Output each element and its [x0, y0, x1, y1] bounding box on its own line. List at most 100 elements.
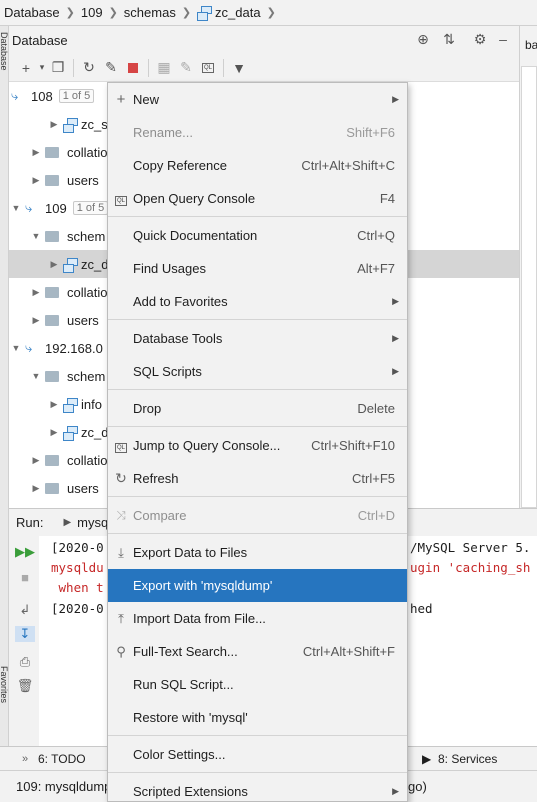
menu-item-label: Run SQL Script... [133, 677, 234, 692]
breadcrumb: Database ❯ 109 ❯ schemas ❯ zc_data ❯ [0, 0, 537, 26]
refresh-icon: ↻ [115, 470, 127, 486]
menu-item-drop[interactable]: Drop Delete [108, 392, 407, 425]
tab-services[interactable]: 8: Services [438, 752, 497, 766]
expand-arrow-icon[interactable]: ▶ [49, 399, 59, 410]
breadcrumb-item-109[interactable]: 109 [81, 5, 103, 20]
expand-arrow-icon[interactable]: ▶ [49, 119, 59, 130]
crosshair-icon[interactable]: ⊕ [414, 31, 432, 48]
menu-item-label: Rename... [133, 125, 193, 140]
expand-arrow-icon[interactable]: ▶ [31, 147, 41, 158]
menu-item-scripted-extensions[interactable]: Scripted Extensions ▶ [108, 775, 407, 801]
expand-arrow-icon[interactable]: ▶ [49, 427, 59, 438]
menu-item-export-data-to-files[interactable]: ⤓ Export Data to Files [108, 536, 407, 569]
trash-icon[interactable]: 🗑 [15, 678, 35, 694]
chevron-right-icon: ❯ [181, 7, 192, 19]
chevron-right-icon: ❯ [266, 7, 276, 19]
menu-item-find-usages[interactable]: Find Usages Alt+F7 [108, 252, 407, 285]
menu-item-label: Open Query Console [133, 191, 256, 206]
menu-item-export-with-mysqldump[interactable]: Export with 'mysqldump' [108, 569, 407, 602]
add-icon[interactable]: + [15, 57, 37, 79]
collapse-arrow-icon[interactable]: ▼ [31, 371, 41, 381]
collapse-icon[interactable]: ⇅ [440, 31, 458, 48]
submenu-arrow-icon: ▶ [392, 366, 399, 376]
stop-icon[interactable]: ■ [15, 570, 35, 585]
run-label: Run: [16, 515, 44, 530]
stop-icon[interactable] [122, 57, 144, 79]
schema-count-badge[interactable]: 1 of 5 [58, 89, 95, 103]
menu-item-restore-with-mysql[interactable]: Restore with 'mysql' [108, 701, 407, 734]
collapse-arrow-icon[interactable]: ▼ [31, 231, 41, 241]
menu-item-import-data-from-file[interactable]: ⤒ Import Data from File... [108, 602, 407, 635]
menu-item-rename[interactable]: Rename... Shift+F6 [108, 116, 407, 149]
soft-wrap-icon[interactable]: ↲ [15, 602, 35, 618]
rerun-icon[interactable]: ▶▶ [15, 544, 35, 560]
menu-item-shortcut: Ctrl+D [357, 508, 395, 523]
tree-item-label: schem [67, 228, 106, 244]
database-toolbar: + ▾ ❐ ↻ ✎ ▦ ✎ QL ▼ [9, 54, 519, 82]
status-message[interactable]: 109: mysqldump [16, 779, 111, 794]
menu-item-shortcut: Alt+F7 [357, 261, 395, 276]
expand-arrow-icon[interactable]: ▶ [31, 287, 41, 298]
dropdown-arrow-icon[interactable]: ▾ [37, 57, 47, 79]
more-icon[interactable]: » [22, 753, 28, 765]
menu-item-sql-scripts[interactable]: SQL Scripts ▶ [108, 355, 407, 388]
breadcrumb-item-schemas[interactable]: schemas [124, 5, 176, 20]
query-console-icon: QL [114, 443, 127, 453]
menu-item-label: Jump to Query Console... [133, 438, 281, 453]
gear-icon[interactable]: ⚙ [471, 31, 489, 48]
editor-content[interactable] [521, 66, 537, 508]
menu-item-compare[interactable]: ⤨ Compare Ctrl+D [108, 499, 407, 532]
collapse-arrow-icon[interactable]: ▼ [11, 203, 21, 213]
menu-item-copy-reference[interactable]: Copy Reference Ctrl+Alt+Shift+C [108, 149, 407, 182]
expand-arrow-icon[interactable]: ▶ [31, 455, 41, 466]
table-icon[interactable]: ▦ [153, 57, 175, 79]
expand-arrow-icon[interactable]: ▶ [31, 483, 41, 494]
console-line-error: ugin 'caching_sh [410, 560, 531, 575]
filter-icon[interactable]: ▼ [228, 57, 250, 79]
run-toolbar: ▶▶ ■ ↲ ↧ ⎙ 🗑 [9, 536, 39, 746]
menu-item-database-tools[interactable]: Database Tools ▶ [108, 322, 407, 355]
menu-item-label: Drop [133, 401, 162, 416]
tree-item-label: zc_s [81, 116, 108, 132]
tab-todo[interactable]: 6: TODO [38, 752, 86, 766]
schema-settings-icon[interactable]: ✎ [100, 57, 122, 79]
compare-icon: ⤨ [116, 508, 126, 522]
menu-item-full-text-search[interactable]: ⚲ Full-Text Search... Ctrl+Alt+Shift+F [108, 635, 407, 668]
scroll-to-end-icon[interactable]: ↧ [15, 626, 35, 642]
query-console-icon[interactable]: QL [197, 57, 219, 79]
tree-item-label: collatio [67, 144, 108, 160]
menu-item-jump-to-query-console[interactable]: QL Jump to Query Console... Ctrl+Shift+F… [108, 429, 407, 462]
menu-item-color-settings[interactable]: Color Settings... [108, 738, 407, 771]
menu-item-refresh[interactable]: ↻ Refresh Ctrl+F5 [108, 462, 407, 495]
breadcrumb-item-database[interactable]: Database [4, 5, 60, 20]
menu-item-shortcut: Ctrl+Alt+Shift+C [301, 158, 395, 173]
schema-icon [63, 425, 78, 441]
expand-arrow-icon[interactable]: ▶ [31, 315, 41, 326]
editor-tab[interactable]: ba [525, 38, 537, 52]
menu-item-run-sql-script[interactable]: Run SQL Script... [108, 668, 407, 701]
menu-item-add-to-favorites[interactable]: Add to Favorites ▶ [108, 285, 407, 318]
tree-item-label: 108 [31, 88, 53, 104]
tab-database-vertical[interactable]: Database [0, 32, 9, 122]
minimize-icon[interactable]: – [494, 31, 512, 47]
collapse-arrow-icon[interactable]: ▼ [11, 343, 21, 353]
print-icon[interactable]: ⎙ [15, 654, 35, 670]
tab-favorites-vertical[interactable]: Favorites [0, 666, 9, 756]
edit-icon[interactable]: ✎ [175, 57, 197, 79]
expand-arrow-icon[interactable]: ▶ [49, 259, 59, 270]
console-line-error: mysqldu [51, 560, 104, 575]
breadcrumb-item-zc-data[interactable]: zc_data [215, 5, 261, 20]
menu-item-new[interactable]: + New ▶ [108, 83, 407, 116]
copy-icon[interactable]: ❐ [47, 57, 69, 79]
menu-item-open-query-console[interactable]: QL Open Query Console F4 [108, 182, 407, 215]
datasource-icon: ⤷ [11, 88, 19, 103]
schema-count-badge[interactable]: 1 of 5 [72, 201, 109, 215]
schema-icon [63, 397, 78, 413]
tree-item-label: users [67, 312, 99, 328]
menu-item-label: Import Data from File... [133, 611, 266, 626]
expand-arrow-icon[interactable]: ▶ [31, 175, 41, 186]
refresh-icon[interactable]: ↻ [78, 57, 100, 79]
menu-item-quick-documentation[interactable]: Quick Documentation Ctrl+Q [108, 219, 407, 252]
console-line: [2020-0 [51, 540, 104, 555]
run-tab[interactable]: mysq [77, 515, 108, 530]
